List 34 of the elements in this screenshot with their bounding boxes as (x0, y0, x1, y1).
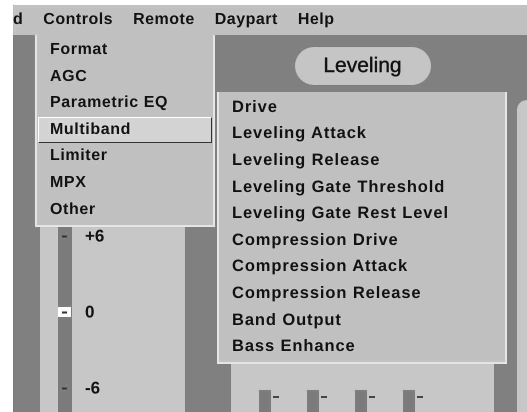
scale-label: 0 (85, 301, 94, 324)
menu-item[interactable]: Help (288, 8, 344, 32)
menu-entry[interactable]: Leveling Release (220, 146, 504, 174)
menu-entry[interactable]: Limiter (38, 143, 212, 170)
menu-entry[interactable]: Drive (220, 94, 504, 120)
menu-entry[interactable]: Band Output (220, 306, 504, 334)
scale-label: +6 (85, 225, 104, 248)
menu-entry[interactable]: Compression Release (220, 280, 504, 307)
slider-thumb[interactable] (58, 307, 71, 318)
menu-entry[interactable]: Leveling Gate Threshold (220, 174, 504, 200)
menu-entry[interactable]: Bass Enhance (220, 333, 504, 360)
menu-item[interactable]: Daypart (204, 8, 288, 32)
menu-item[interactable]: Controls (33, 8, 124, 32)
menu-entry[interactable]: AGC (38, 64, 212, 90)
menu-entry[interactable]: Leveling Attack (220, 120, 504, 147)
tick-mark (62, 311, 67, 313)
menu-entry[interactable]: Leveling Gate Rest Level (220, 200, 504, 227)
tick-mark (417, 396, 423, 398)
tick-mark (62, 387, 67, 389)
tick-mark (321, 396, 327, 398)
tick-mark (62, 235, 67, 237)
menu-entry[interactable]: Multiband (38, 116, 212, 144)
menu-item[interactable]: Remote (123, 8, 205, 32)
menu-entry[interactable]: Format (38, 37, 212, 64)
menu-item[interactable]: d (13, 8, 34, 32)
scale-label: -6 (85, 377, 100, 400)
menu-entry[interactable]: Parametric EQ (38, 90, 212, 117)
menu-entry[interactable]: Other (38, 196, 212, 224)
tick-mark (369, 396, 375, 398)
tick-mark (273, 396, 279, 398)
menu-entry[interactable]: Compression Drive (220, 226, 504, 254)
menu-entry[interactable]: MPX (38, 170, 212, 197)
menu-entry[interactable]: Compression Attack (220, 253, 504, 280)
section-title: Leveling (294, 47, 430, 85)
